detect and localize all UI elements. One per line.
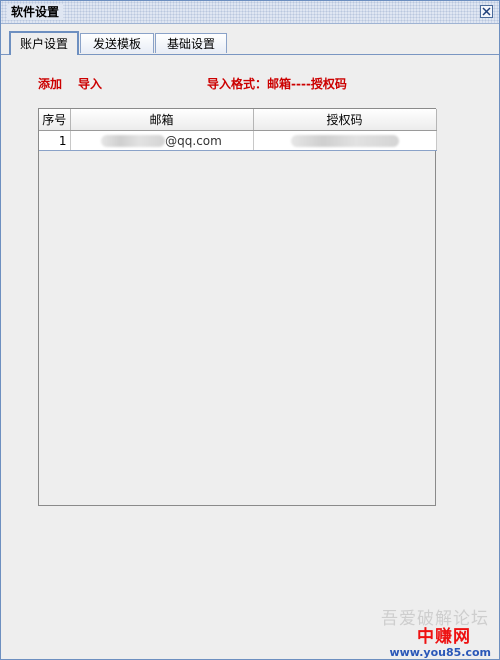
tab-bar: 账户设置 发送模板 基础设置 (1, 31, 499, 55)
cell-auth-code[interactable] (253, 130, 437, 151)
tab-basic-settings[interactable]: 基础设置 (155, 33, 227, 53)
column-header-email[interactable]: 邮箱 (70, 109, 254, 131)
import-link[interactable]: 导入 (78, 75, 102, 92)
title-bar[interactable]: 软件设置 (1, 1, 499, 24)
tab-send-template[interactable]: 发送模板 (80, 33, 154, 53)
table-row[interactable]: 1 @qq.com (39, 130, 437, 151)
tab-account-settings[interactable]: 账户设置 (9, 31, 79, 55)
import-format-hint: 导入格式：邮箱----授权码 (207, 77, 347, 91)
column-header-auth-code[interactable]: 授权码 (253, 109, 437, 131)
table-header-row: 序号 邮箱 授权码 (39, 109, 437, 131)
settings-window: 软件设置 账户设置 发送模板 基础设置 添加 导入 导入格式：邮箱----授权码 (0, 0, 500, 660)
close-icon (482, 7, 491, 16)
redacted-auth-code (290, 135, 399, 147)
close-button[interactable] (480, 5, 493, 18)
accounts-table[interactable]: 序号 邮箱 授权码 1 @qq.com (38, 108, 437, 506)
window-title: 软件设置 (7, 4, 64, 20)
watermark-site-name: 中赚网 (417, 627, 471, 647)
redacted-email-user (101, 135, 166, 147)
add-link[interactable]: 添加 (38, 75, 62, 92)
account-settings-pane: 添加 导入 导入格式：邮箱----授权码 序号 邮箱 授权码 1 @qq.com (1, 55, 499, 659)
email-suffix: @qq.com (165, 133, 222, 148)
cell-index[interactable]: 1 (39, 130, 71, 151)
watermark-url: www.you85.com (389, 646, 491, 659)
column-header-index[interactable]: 序号 (39, 109, 71, 131)
cell-email[interactable]: @qq.com (70, 130, 254, 151)
